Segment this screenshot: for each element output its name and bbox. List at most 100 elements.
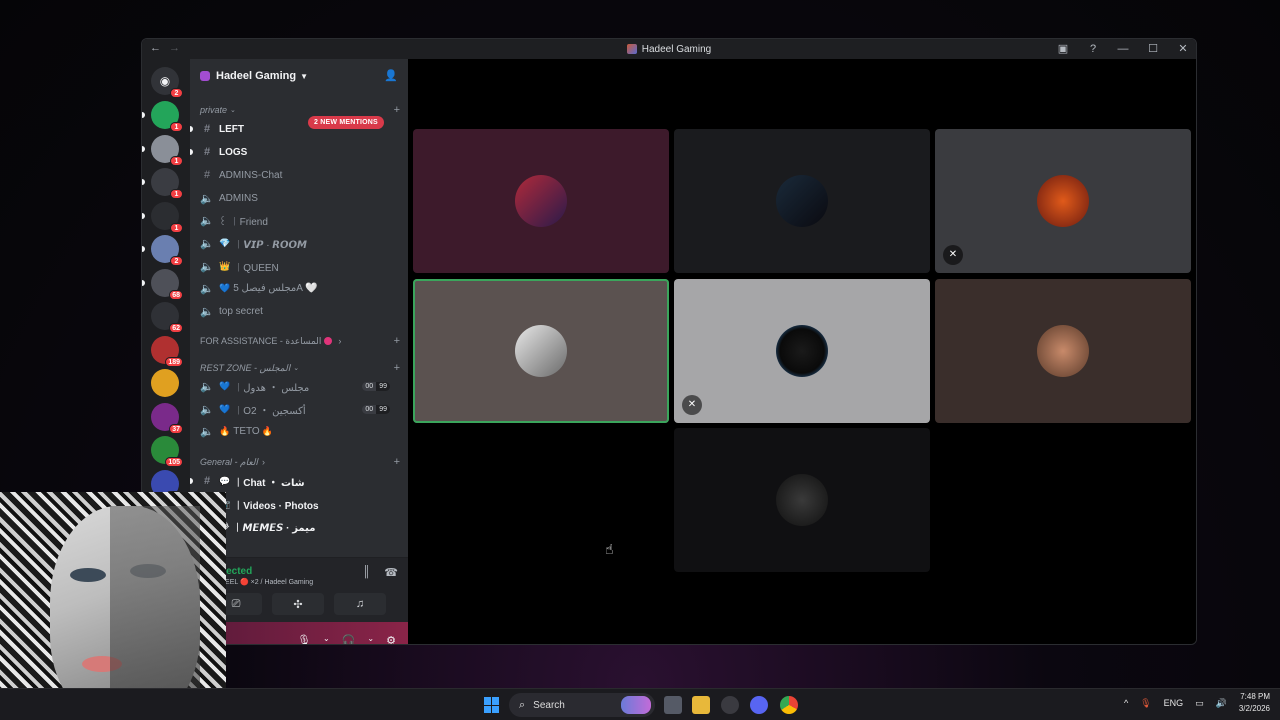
category-private[interactable]: private ⌄ +: [200, 103, 400, 117]
clock-time: 7:48 PM: [1240, 692, 1270, 701]
add-channel-icon[interactable]: +: [394, 362, 400, 374]
blue-heart-icon: 💙: [219, 403, 231, 414]
server-icon[interactable]: [151, 369, 179, 397]
server-mention-badge: 105: [165, 457, 183, 467]
disconnect-icon[interactable]: ☎: [384, 566, 398, 579]
chevron-up-icon[interactable]: ^: [1124, 698, 1128, 708]
window-title-text: Hadeel Gaming: [641, 43, 712, 55]
guild-header[interactable]: Hadeel Gaming ▼ 👤: [190, 59, 408, 93]
windows-start-icon[interactable]: [484, 697, 500, 713]
headphones-icon[interactable]: 🎧: [342, 634, 356, 644]
search-placeholder: Search: [533, 699, 565, 711]
voice-channel-top-secret[interactable]: 🔈 top secret: [200, 301, 400, 321]
voice-channel-hadol[interactable]: 🔈 💙 ︱مجلس ・ هدول 00 99: [200, 376, 400, 396]
microphone-icon[interactable]: 🎙: [297, 634, 311, 644]
activities-button[interactable]: ✣: [272, 593, 324, 615]
participant-tile[interactable]: [413, 129, 669, 273]
voice-channel-admins[interactable]: 🔈 ADMINS: [200, 188, 400, 208]
voice-channel-teto[interactable]: 🔈 🔥 TETO 🔥: [200, 421, 400, 441]
participant-tile[interactable]: ✕: [674, 279, 930, 423]
maximize-button[interactable]: ☐: [1146, 42, 1160, 55]
steam-icon[interactable]: [721, 696, 739, 714]
unread-pill: [142, 246, 145, 252]
soundboard-button[interactable]: ♫: [334, 593, 386, 615]
blue-heart-icon: 💙: [219, 282, 231, 293]
channel-name: ADMINS: [219, 192, 258, 204]
discord-logo-icon: ◉: [159, 74, 171, 88]
language-indicator[interactable]: ENG: [1164, 698, 1184, 708]
add-channel-icon[interactable]: +: [394, 335, 400, 347]
server-icon[interactable]: 1: [151, 168, 183, 199]
voice-actions: ║ ☎: [363, 566, 399, 579]
channel-left[interactable]: # LEFT: [190, 119, 400, 139]
chevron-down-icon: ⌄: [230, 107, 236, 114]
channel-chat[interactable]: # 💬 ︱Chat ・ شات: [190, 471, 400, 491]
guild-icon: [200, 71, 210, 81]
settings-gear-icon[interactable]: ⚙: [386, 634, 396, 644]
channel-videos[interactable]: # 📷 ︱Videos · Photos: [200, 494, 400, 514]
add-channel-icon[interactable]: +: [394, 456, 400, 468]
chevron-down-icon[interactable]: ⌄: [323, 634, 330, 644]
taskbar-search[interactable]: ⌕ Search: [509, 693, 655, 717]
discord-home-button[interactable]: ◉ 2: [151, 67, 183, 98]
voice-channel-oxygen[interactable]: 🔈 💙 ︱O2 ・ أكسجين 00 99: [200, 399, 400, 419]
server-icon[interactable]: 189: [151, 335, 183, 367]
server-icon[interactable]: 1: [151, 101, 183, 132]
speaker-icon: 🔈: [200, 305, 214, 318]
channel-logs[interactable]: # LOGS: [190, 142, 400, 162]
channel-memes[interactable]: # 😂 ︱𝙈𝙀𝙈𝙀𝙎 · ميمز: [200, 516, 400, 536]
minimize-button[interactable]: —: [1116, 43, 1130, 55]
participant-tile[interactable]: [674, 129, 930, 273]
voice-channel-vip[interactable]: 🔈 💎 ︱𝙑𝙄𝙋 · 𝙍𝙊𝙊𝙈: [200, 233, 400, 253]
participant-tile[interactable]: ✕: [935, 129, 1191, 273]
avatar: [1037, 325, 1089, 377]
discord-taskbar-icon[interactable]: [750, 696, 768, 714]
task-view-icon[interactable]: [664, 696, 682, 714]
participant-tile[interactable]: [674, 428, 930, 572]
chevron-right-icon: ›: [338, 336, 342, 346]
muted-mic-icon: ✕: [943, 245, 963, 265]
inbox-icon[interactable]: ▣: [1056, 42, 1070, 55]
voice-channel-majlis-faisal[interactable]: 🔈 💙 مجلس فيصل 5A 🤍: [200, 278, 400, 298]
server-icon[interactable]: 68: [151, 268, 183, 300]
add-channel-icon[interactable]: +: [394, 104, 400, 116]
hand-cursor-icon: ☝: [605, 541, 614, 557]
user-limit-badge: 00 99: [362, 404, 390, 414]
voice-channel-queen[interactable]: 🔈 👑 ︱QUEEN: [200, 256, 400, 276]
microphone-tray-icon[interactable]: 🎙: [1140, 698, 1151, 709]
server-icon[interactable]: 62: [151, 302, 183, 333]
channel-name: ︱Videos · Photos: [233, 500, 319, 512]
category-rest-zone[interactable]: REST ZONE - المجلس ⌄ +: [200, 361, 400, 375]
participant-tile[interactable]: [935, 279, 1191, 423]
noise-suppression-icon[interactable]: ║: [363, 566, 371, 579]
help-icon[interactable]: ?: [1086, 43, 1100, 55]
speaker-icon: 🔈: [200, 192, 214, 205]
channel-admins-chat[interactable]: # ADMINS-Chat: [200, 165, 400, 185]
voice-channel-info[interactable]: DEEL 🔴 ×2 / Hadeel Gaming: [220, 578, 313, 586]
server-mention-badge: 62: [169, 323, 183, 333]
file-explorer-icon[interactable]: [692, 696, 710, 714]
server-icon[interactable]: 2: [151, 235, 183, 266]
participant-tile[interactable]: [413, 279, 669, 423]
forward-arrow-icon[interactable]: →: [169, 42, 180, 54]
user-limit-badge: 00 99: [362, 381, 390, 391]
voice-channel-friend[interactable]: 🔈 ꒰ ︱Friend: [200, 210, 400, 230]
close-button[interactable]: ✕: [1176, 42, 1190, 55]
chevron-down-icon[interactable]: ⌄: [367, 634, 374, 644]
add-member-icon[interactable]: 👤: [384, 69, 398, 82]
network-icon[interactable]: ▭: [1195, 698, 1204, 709]
category-assistance[interactable]: FOR ASSISTANCE - المساعدة › +: [200, 334, 400, 348]
server-icon[interactable]: 105: [151, 436, 183, 467]
back-arrow-icon[interactable]: ←: [150, 42, 161, 54]
user-count: 00: [362, 404, 377, 414]
clock[interactable]: 7:48 PM 3/2/2026: [1239, 691, 1270, 715]
chrome-icon[interactable]: [780, 696, 798, 714]
unread-pill: [142, 145, 145, 152]
volume-icon[interactable]: 🔊: [1216, 698, 1227, 709]
search-highlight-image: [621, 696, 651, 714]
unread-pill: [142, 179, 145, 185]
category-general[interactable]: General - العام › +: [200, 455, 400, 469]
server-icon[interactable]: 1: [151, 201, 183, 233]
server-icon[interactable]: 1: [151, 134, 183, 166]
server-icon[interactable]: 37: [151, 402, 183, 434]
